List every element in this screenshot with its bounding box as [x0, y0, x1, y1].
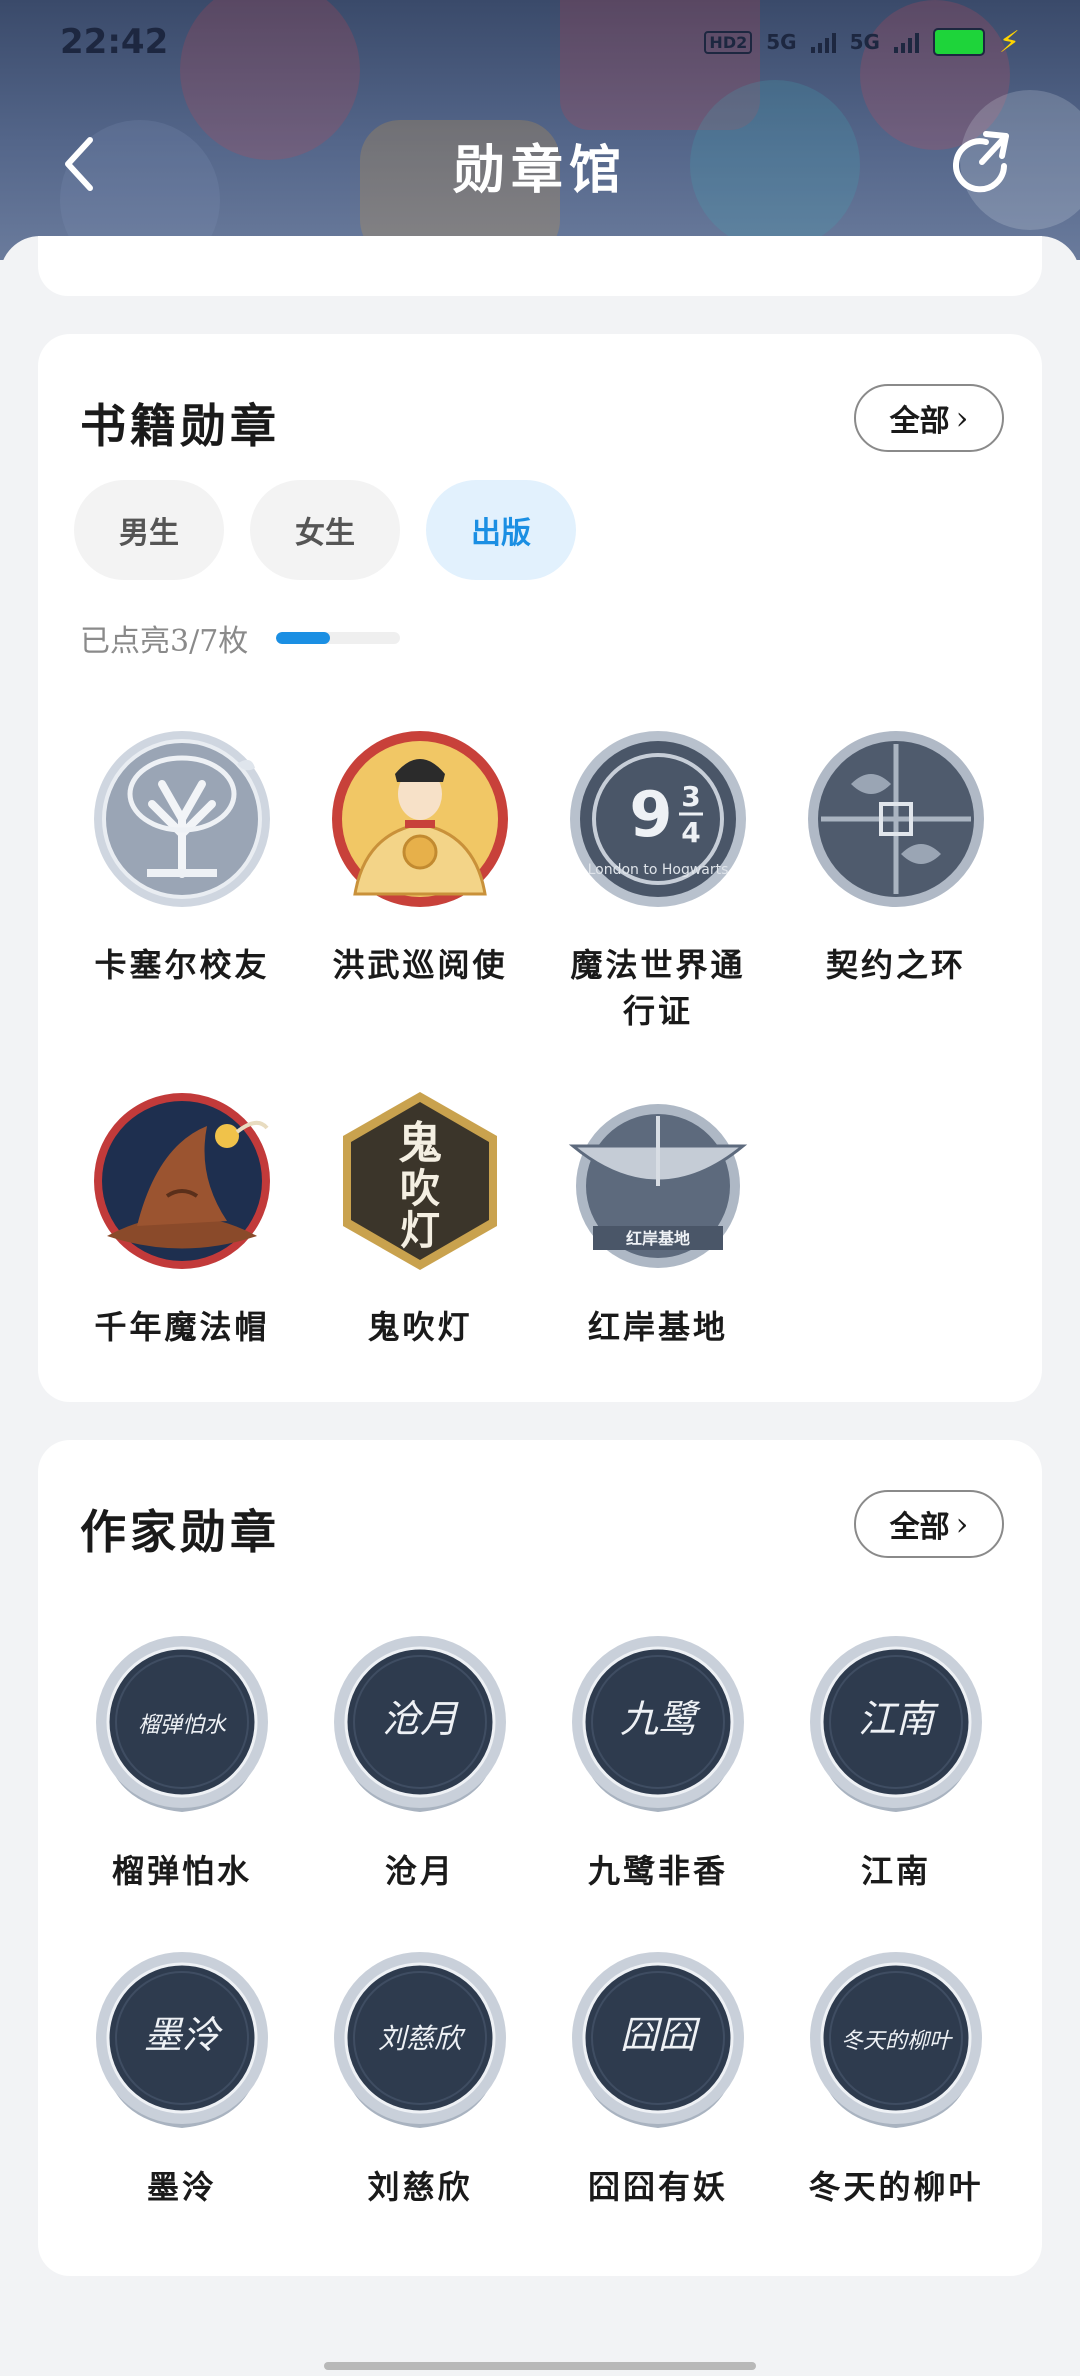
medal-item[interactable]: 卡塞尔校友: [62, 724, 302, 988]
tab-publish[interactable]: 出版: [426, 480, 576, 580]
svg-text:红岸基地: 红岸基地: [626, 1229, 690, 1248]
signature-text: 冬天的柳叶: [841, 2029, 953, 2054]
progress-text: 已点亮3/7枚: [80, 624, 249, 659]
medal-label: 魔法世界通行证: [570, 946, 746, 1030]
medal-item[interactable]: 契约之环: [776, 724, 1016, 988]
status-time: 22:42: [60, 22, 169, 62]
page-title: 勋章馆: [452, 139, 627, 201]
author-medals-title: 作家勋章: [80, 1505, 280, 1559]
signature-text: 墨泠: [144, 2013, 223, 2057]
medal-label: 刘慈欣: [367, 2168, 473, 2206]
signature-text: 江南: [858, 1697, 939, 1741]
progress-row: 已点亮3/7枚: [80, 616, 401, 660]
svg-text:灯: 灯: [400, 1207, 440, 1254]
signature-medal-icon: 囧囧: [572, 1952, 744, 2128]
book-medals-all-button[interactable]: 全部 ›: [854, 384, 1004, 452]
tab-female[interactable]: 女生: [250, 480, 400, 580]
signature-text: 榴弹怕水: [138, 1713, 227, 1738]
medal-label: 沧月: [384, 1852, 455, 1890]
book-medals-card: 书籍勋章 全部 › 男生 女生 出版 已点亮3/7枚 卡塞尔校友 洪武巡阅使 9…: [38, 334, 1042, 1402]
charging-icon: ⚡: [998, 24, 1020, 60]
radar-icon: 红岸基地: [568, 1104, 748, 1268]
svg-text:London to Hogwarts: London to Hogwarts: [588, 862, 729, 878]
status-bar: 22:42 HD2 5G 5G ⚡: [0, 0, 1080, 84]
medal-label: 囧囧有妖: [587, 2168, 728, 2206]
signal-icon: [810, 31, 836, 53]
author-medals-all-button[interactable]: 全部 ›: [854, 1490, 1004, 1558]
signature-medal-icon: 墨泠: [96, 1952, 268, 2128]
medal-item[interactable]: 9 3 4 London to Hogwarts 魔法世界通行证: [538, 724, 778, 1034]
svg-text:4: 4: [681, 816, 700, 849]
battery-icon: [932, 28, 985, 56]
author-medal-item[interactable]: 九鹭 九鹭非香: [538, 1630, 778, 1894]
signature-medal-icon: 冬天的柳叶: [810, 1952, 982, 2128]
signature-medal-icon: 九鹭: [572, 1636, 744, 1812]
tree-icon: [94, 731, 270, 907]
nav-bar: 勋章馆: [0, 110, 1080, 220]
signature-text: 囧囧: [620, 2013, 701, 2057]
platform-icon: 9 3 4 London to Hogwarts: [570, 731, 746, 907]
signature-text: 刘慈欣: [378, 2022, 466, 2055]
all-button-label: 全部: [889, 1510, 950, 1545]
header-banner: 22:42 HD2 5G 5G ⚡ 勋章馆: [0, 0, 1080, 260]
home-indicator: [324, 2362, 756, 2370]
lantern-icon: 鬼 吹 灯: [343, 1092, 497, 1270]
signature-text: 沧月: [382, 1697, 459, 1741]
chevron-left-icon: [65, 137, 93, 191]
signature-medal-icon: 沧月: [334, 1636, 506, 1812]
book-category-tabs: 男生 女生 出版: [74, 480, 576, 580]
chevron-right-icon: ›: [955, 399, 969, 437]
author-medals-card: 作家勋章 全部 › 榴弹怕水 榴弹怕水 沧月 沧月 九鹭 九鹭非香 江南 江南 墨泠 墨泠 刘慈欣刘…: [38, 1440, 1042, 2276]
signature-medal-icon: 榴弹怕水: [96, 1636, 268, 1812]
author-medal-item[interactable]: 刘慈欣 刘慈欣: [300, 1946, 540, 2210]
previous-card-bottom: [38, 236, 1042, 296]
author-medal-item[interactable]: 囧囧 囧囧有妖: [538, 1946, 778, 2210]
status-icons: HD2 5G 5G ⚡: [704, 25, 1020, 60]
chevron-right-icon: ›: [955, 1505, 969, 1543]
medal-item[interactable]: 红岸基地 红岸基地: [538, 1086, 778, 1350]
progress-bar: [276, 632, 401, 644]
svg-text:鬼: 鬼: [398, 1118, 442, 1169]
author-medal-item[interactable]: 江南 江南: [776, 1630, 1016, 1894]
signal-icon-2: [893, 31, 919, 53]
hd-icon: HD2: [704, 30, 753, 54]
medal-label: 洪武巡阅使: [332, 946, 508, 984]
back-button[interactable]: [60, 132, 120, 196]
all-button-label: 全部: [889, 404, 950, 439]
svg-text:3: 3: [681, 780, 700, 813]
svg-text:9: 9: [629, 778, 672, 851]
progress-fill: [276, 632, 330, 644]
medal-label: 千年魔法帽: [94, 1308, 270, 1346]
medal-label: 冬天的柳叶: [808, 2168, 984, 2206]
refresh-icon: [953, 131, 1009, 193]
emperor-icon: [332, 731, 508, 907]
book-medals-title: 书籍勋章: [80, 399, 280, 453]
wizard-hat-icon: [94, 1093, 270, 1269]
tab-male[interactable]: 男生: [74, 480, 224, 580]
main-content: 书籍勋章 全部 › 男生 女生 出版 已点亮3/7枚 卡塞尔校友 洪武巡阅使 9…: [0, 236, 1080, 2376]
author-medal-item[interactable]: 沧月 沧月: [300, 1630, 540, 1894]
medal-label: 鬼吹灯: [367, 1308, 473, 1346]
medal-label: 墨泠: [146, 2168, 217, 2206]
medal-label: 江南: [860, 1852, 931, 1890]
network-label-1: 5G: [766, 30, 797, 54]
author-medal-item[interactable]: 墨泠 墨泠: [62, 1946, 302, 2210]
medal-label: 红岸基地: [587, 1308, 728, 1346]
medal-label: 九鹭非香: [587, 1852, 728, 1890]
medal-label: 榴弹怕水: [111, 1852, 252, 1890]
network-label-2: 5G: [849, 30, 880, 54]
signature-medal-icon: 江南: [810, 1636, 982, 1812]
medal-item[interactable]: 鬼 吹 灯 鬼吹灯: [300, 1086, 540, 1350]
ring-icon: [808, 731, 984, 907]
refresh-button[interactable]: [946, 130, 1016, 200]
medal-item[interactable]: 千年魔法帽: [62, 1086, 302, 1350]
signature-text: 九鹭: [620, 1697, 701, 1741]
medal-item[interactable]: 洪武巡阅使: [300, 724, 540, 988]
svg-text:吹: 吹: [400, 1165, 440, 1212]
signature-medal-icon: 刘慈欣: [334, 1952, 506, 2128]
medal-label: 契约之环: [825, 946, 966, 984]
author-medal-item[interactable]: 榴弹怕水 榴弹怕水: [62, 1630, 302, 1894]
medal-label: 卡塞尔校友: [94, 946, 270, 984]
author-medal-item[interactable]: 冬天的柳叶 冬天的柳叶: [776, 1946, 1016, 2210]
